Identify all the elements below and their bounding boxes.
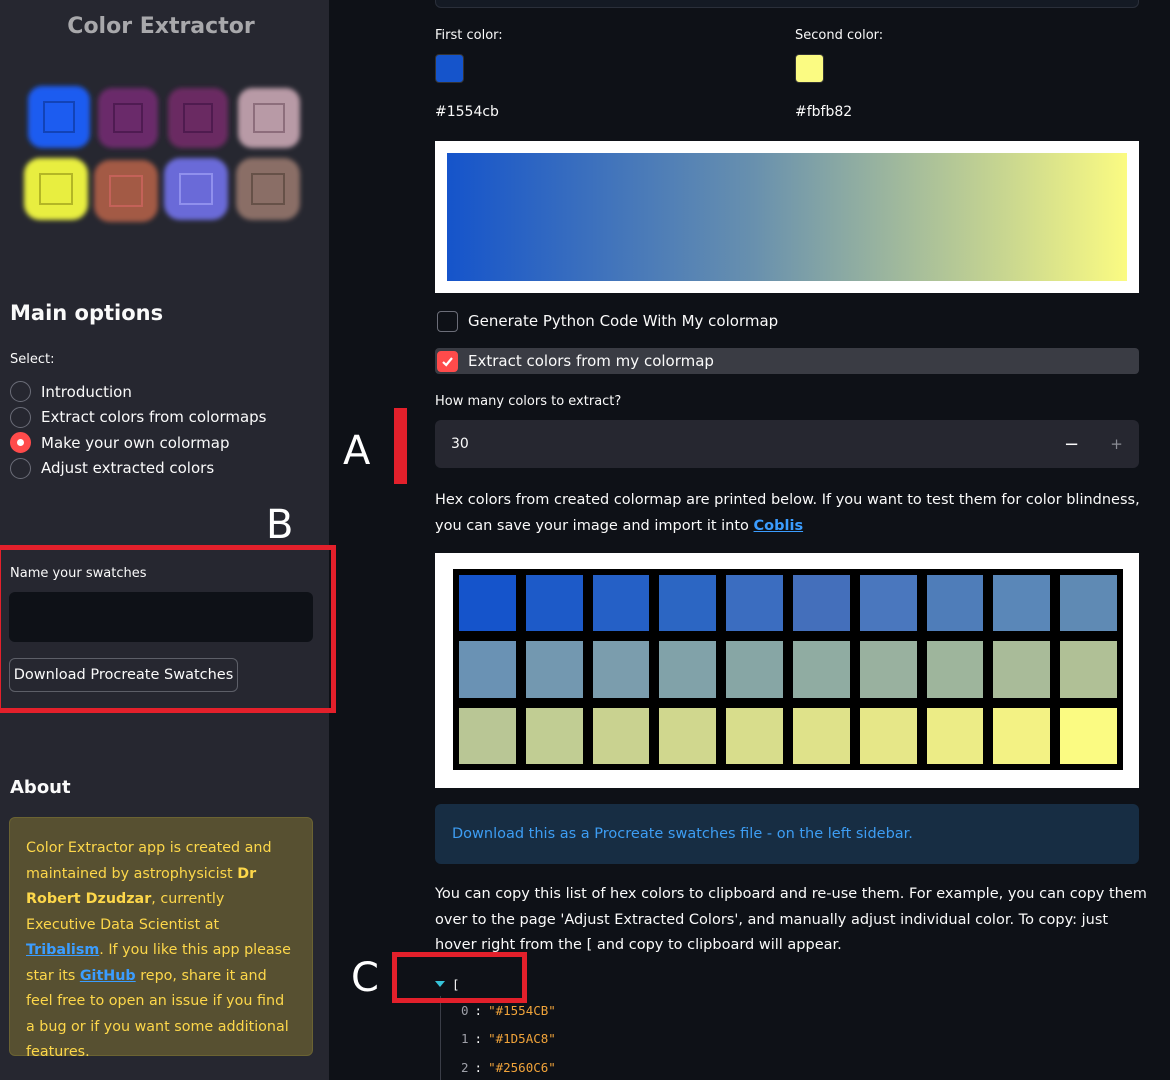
color-swatch <box>525 641 583 698</box>
color-swatch <box>993 575 1051 632</box>
color-swatch <box>859 641 917 698</box>
radio-make-colormap[interactable]: Make your own colormap <box>10 430 267 456</box>
color-swatch <box>592 575 650 632</box>
num-colors-value[interactable]: 30 <box>435 436 1049 452</box>
json-index: 0 <box>461 1002 469 1018</box>
about-heading: About <box>10 777 71 798</box>
color-swatch <box>659 575 717 632</box>
color-swatch <box>459 575 516 632</box>
json-index: 2 <box>461 1059 469 1075</box>
checkbox-box-checked <box>437 350 458 372</box>
annotation-box-c <box>392 952 527 1003</box>
annotation-label-c: C <box>351 955 379 1001</box>
second-color-hex: #fbfb82 <box>795 104 853 120</box>
color-swatch <box>1060 641 1117 698</box>
color-swatch <box>1060 707 1117 764</box>
info-message: Download this as a Procreate swatches fi… <box>435 804 1139 864</box>
num-colors-input[interactable]: 30 − + <box>435 420 1139 468</box>
num-colors-label: How many colors to extract? <box>435 394 622 409</box>
coblis-link[interactable]: Coblis <box>754 518 804 534</box>
color-swatch <box>659 707 717 764</box>
swatch-grid <box>453 569 1123 770</box>
first-color-hex: #1554cb <box>435 104 499 120</box>
color-swatch <box>592 707 650 764</box>
about-text: Color Extractor app is created and maint… <box>26 840 272 882</box>
checkbox-label: Generate Python Code With My colormap <box>468 312 779 330</box>
copy-instructions: You can copy this list of hex colors to … <box>435 886 1147 953</box>
radio-label: Adjust extracted colors <box>41 459 215 478</box>
json-value: "#1D5AC8" <box>488 1031 556 1047</box>
decrement-button[interactable]: − <box>1049 434 1094 455</box>
json-index: 1 <box>461 1031 469 1047</box>
top-panel-edge <box>435 0 1139 8</box>
color-swatch <box>859 575 917 632</box>
checkbox-python-code[interactable]: Generate Python Code With My colormap <box>435 308 1139 334</box>
color-swatches-logo <box>24 86 300 222</box>
json-value: "#1554CB" <box>488 1002 556 1018</box>
radio-circle <box>10 457 31 479</box>
radio-adjust-colors[interactable]: Adjust extracted colors <box>10 456 267 482</box>
color-swatch <box>926 575 984 632</box>
color-swatch <box>525 707 583 764</box>
main-options-heading: Main options <box>10 301 164 325</box>
color-swatch <box>926 707 984 764</box>
increment-button[interactable]: + <box>1094 435 1139 453</box>
color-swatch <box>1060 575 1117 632</box>
color-swatch <box>792 707 850 764</box>
about-box: Color Extractor app is created and maint… <box>9 817 313 1060</box>
color-swatch <box>993 707 1051 764</box>
color-swatch <box>659 641 717 698</box>
first-color-picker[interactable] <box>435 54 464 83</box>
second-color-label: Second color: <box>795 28 884 43</box>
checkbox-box <box>437 310 458 332</box>
annotation-label-b: B <box>266 502 294 548</box>
color-swatch <box>459 641 516 698</box>
color-swatch <box>792 575 850 632</box>
annotation-label-a: A <box>343 428 371 474</box>
radio-circle-selected <box>10 432 31 454</box>
checkmark-icon <box>442 356 453 367</box>
hex-colors-description: Hex colors from created colormap are pri… <box>435 487 1145 539</box>
color-swatch <box>792 641 850 698</box>
color-swatch <box>926 641 984 698</box>
color-swatch <box>525 575 583 632</box>
color-swatch <box>726 575 783 632</box>
color-swatch <box>859 707 917 764</box>
main-content: First color: #1554cb Second color: #fbfb… <box>329 0 1170 1080</box>
tribalism-link[interactable]: Tribalism <box>26 942 99 958</box>
json-items: 0: "#1554CB" 1: "#1D5AC8" 2: "#2560C6" <box>440 996 556 1080</box>
json-item: 2: "#2560C6" <box>461 1059 556 1075</box>
radio-introduction[interactable]: Introduction <box>10 379 267 405</box>
colormap-gradient <box>447 153 1127 281</box>
color-swatch <box>459 707 516 764</box>
annotation-marker-a <box>394 408 407 484</box>
extracted-swatches-image <box>435 553 1139 788</box>
color-swatch <box>993 641 1051 698</box>
main-options-radio-group: Introduction Extract colors from colorma… <box>10 379 267 481</box>
second-color-picker[interactable] <box>795 54 824 83</box>
select-label: Select: <box>10 352 55 367</box>
json-value: "#2560C6" <box>488 1059 556 1075</box>
checkbox-label: Extract colors from my colormap <box>468 352 714 370</box>
github-link[interactable]: GitHub <box>80 968 136 984</box>
first-color-label: First color: <box>435 28 503 43</box>
radio-label: Extract colors from colormaps <box>41 408 267 427</box>
radio-circle <box>10 381 31 403</box>
checkbox-extract-colors[interactable]: Extract colors from my colormap <box>435 348 1139 374</box>
radio-label: Make your own colormap <box>41 433 230 452</box>
radio-circle <box>10 406 31 428</box>
radio-label: Introduction <box>41 382 132 401</box>
radio-extract-colors[interactable]: Extract colors from colormaps <box>10 405 267 431</box>
color-swatch <box>592 641 650 698</box>
annotation-box-b <box>0 545 336 713</box>
app-title: Color Extractor <box>67 14 255 39</box>
color-swatch <box>726 641 783 698</box>
json-item: 1: "#1D5AC8" <box>461 1031 556 1047</box>
colormap-gradient-image <box>435 141 1139 293</box>
color-swatch <box>726 707 783 764</box>
